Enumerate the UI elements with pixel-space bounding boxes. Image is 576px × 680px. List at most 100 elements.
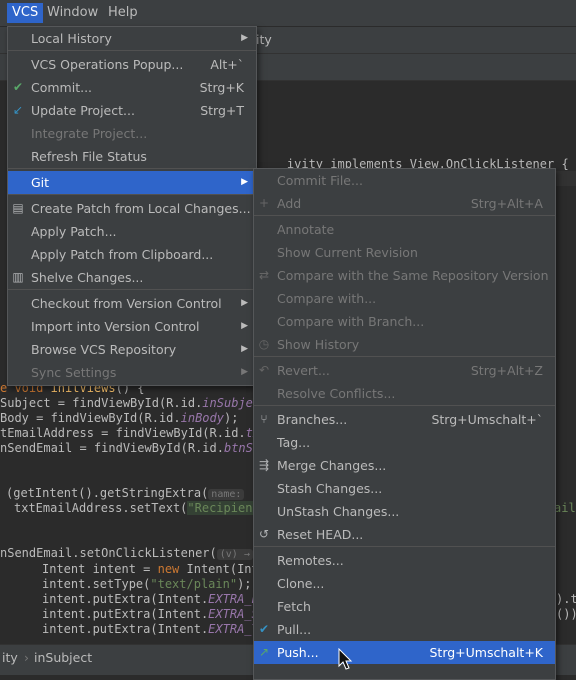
menu-item-pull[interactable]: ✔ Pull... — [254, 618, 555, 641]
mouse-cursor-icon — [338, 648, 353, 670]
menu-item-import-into-version-control[interactable]: Import into Version Control ▶ — [8, 315, 256, 338]
update-icon: ↙ — [12, 103, 24, 117]
submenu-arrow-icon: ▶ — [241, 344, 248, 354]
menu-item-commit-file[interactable]: Commit File... — [254, 169, 555, 192]
menu-item-show-current-revision[interactable]: Show Current Revision — [254, 241, 555, 264]
menu-item-annotate[interactable]: Annotate — [254, 218, 555, 241]
clock-icon: ◷ — [258, 337, 270, 351]
menu-item-git[interactable]: Git ▶ — [8, 171, 256, 194]
menu-item-clone[interactable]: Clone... — [254, 572, 555, 595]
menu-item-label: Show Current Revision — [277, 245, 418, 260]
menu-item-compare-with-the-same-repository-version[interactable]: ⇄ Compare with the Same Repository Versio… — [254, 264, 555, 287]
menu-item-local-history[interactable]: Local History ▶ — [8, 27, 256, 50]
menu-item-label: Add — [277, 196, 302, 211]
menu-item-resolve-conflicts[interactable]: Resolve Conflicts... — [254, 382, 555, 405]
menu-item-label: Branches... — [277, 412, 348, 427]
menu-item-label: Reset HEAD... — [277, 527, 364, 542]
menu-item-label: Compare with... — [277, 291, 377, 306]
menu-item-checkout-from-version-control[interactable]: Checkout from Version Control ▶ — [8, 292, 256, 315]
menu-item-refresh-file-status[interactable]: Refresh File Status — [8, 145, 256, 168]
menu-item-add[interactable]: + Add Strg+Alt+A — [254, 192, 555, 215]
menu-item-label: Stash Changes... — [277, 481, 383, 496]
patch-icon: ▤ — [12, 201, 24, 215]
code-fragment: ()) — [556, 607, 576, 621]
menu-item-update-project[interactable]: ↙ Update Project... Strg+T — [8, 99, 256, 122]
menu-separator — [254, 215, 555, 216]
revert-icon: ↶ — [258, 363, 270, 377]
menu-separator — [8, 168, 256, 169]
code-line: intent.putExtra(Intent.EXTRA_T — [42, 622, 259, 636]
menu-item-label: Commit... — [31, 80, 93, 95]
menu-item-label: VCS Operations Popup... — [31, 57, 184, 72]
menu-item-unstash-changes[interactable]: UnStash Changes... — [254, 500, 555, 523]
shortcut-label: Alt+` — [210, 57, 244, 72]
menu-help[interactable]: Help — [103, 3, 143, 23]
menu-item-label: Revert... — [277, 363, 330, 378]
menu-item-create-patch-from-local-changes[interactable]: ▤ Create Patch from Local Changes... — [8, 197, 256, 220]
code-fragment: ail — [554, 501, 576, 515]
menu-window[interactable]: Window — [42, 3, 103, 23]
compare-icon: ⇄ — [258, 268, 270, 282]
submenu-arrow-icon: ▶ — [241, 367, 248, 377]
menu-item-label: Create Patch from Local Changes... — [31, 201, 251, 216]
git-submenu: Commit File... + Add Strg+Alt+A Annotate Show… — [253, 168, 556, 680]
vcs-menu: Local History ▶ VCS Operations Popup... Alt… — [7, 26, 257, 386]
menu-separator — [254, 546, 555, 547]
menu-item-label: Shelve Changes... — [31, 270, 144, 285]
menu-item-shelve-changes[interactable]: ▥ Shelve Changes... — [8, 266, 256, 289]
submenu-arrow-icon: ▶ — [241, 177, 248, 187]
menu-item-integrate-project[interactable]: Integrate Project... — [8, 122, 256, 145]
code-fragment: ).t — [556, 592, 576, 606]
nav-crumb[interactable]: ity — [2, 650, 18, 665]
menu-item-branches[interactable]: ⑂ Branches... Strg+Umschalt+` — [254, 408, 555, 431]
menu-separator — [254, 356, 555, 357]
merge-icon: ⇶ — [258, 458, 270, 472]
menu-item-tag[interactable]: Tag... — [254, 431, 555, 454]
shortcut-label: Strg+Alt+A — [470, 196, 543, 211]
menu-item-label: Commit File... — [277, 173, 363, 188]
menu-item-stash-changes[interactable]: Stash Changes... — [254, 477, 555, 500]
menu-item-apply-patch[interactable]: Apply Patch... — [8, 220, 256, 243]
menu-item-commit[interactable]: ✔ Commit... Strg+K — [8, 76, 256, 99]
menu-item-label: Local History — [31, 31, 112, 46]
menu-item-label: Remotes... — [277, 553, 344, 568]
code-line: Subject = findViewById(R.id.inSubject — [0, 396, 268, 410]
menu-separator — [8, 50, 256, 51]
nav-crumb-insubject[interactable]: inSubject — [34, 650, 92, 665]
menu-item-label: Clone... — [277, 576, 325, 591]
code-line: tEmailAddress = findViewById(R.id.tx — [0, 426, 260, 440]
menu-item-sync-settings[interactable]: Sync Settings ▶ — [8, 361, 256, 384]
menu-item-label: Show History — [277, 337, 360, 352]
plus-icon: + — [258, 196, 270, 210]
shortcut-label: Strg+Umschalt+K — [429, 645, 543, 660]
check-icon: ✔ — [12, 80, 24, 94]
menu-item-label: Browse VCS Repository — [31, 342, 177, 357]
menu-item-remotes[interactable]: Remotes... — [254, 549, 555, 572]
menu-bar: VCS Window Help — [0, 0, 576, 27]
menu-item-label: Checkout from Version Control — [31, 296, 222, 311]
menu-item-merge-changes[interactable]: ⇶ Merge Changes... — [254, 454, 555, 477]
menu-vcs[interactable]: VCS — [7, 3, 44, 23]
menu-item-reset-head[interactable]: ↺ Reset HEAD... — [254, 523, 555, 546]
menu-separator — [8, 194, 256, 195]
menu-item-push[interactable]: ↗ Push... Strg+Umschalt+K — [254, 641, 555, 664]
code-line: Body = findViewById(R.id.inBody); — [0, 411, 239, 425]
menu-item-show-history[interactable]: ◷ Show History — [254, 333, 555, 356]
code-line: Intent intent = new Intent(Int — [42, 562, 259, 576]
menu-item-browse-vcs-repository[interactable]: Browse VCS Repository ▶ — [8, 338, 256, 361]
menu-item-label: Import into Version Control — [31, 319, 200, 334]
menu-separator — [254, 405, 555, 406]
menu-item-apply-patch-from-clipboard[interactable]: Apply Patch from Clipboard... — [8, 243, 256, 266]
caret-line — [556, 171, 576, 186]
menu-item-revert[interactable]: ↶ Revert... Strg+Alt+Z — [254, 359, 555, 382]
menu-item-label: Push... — [277, 645, 319, 660]
shortcut-label: Strg+K — [199, 80, 244, 95]
menu-item-compare-with-branch[interactable]: Compare with Branch... — [254, 310, 555, 333]
menu-item-vcs-operations-popup[interactable]: VCS Operations Popup... Alt+` — [8, 53, 256, 76]
menu-item-label: UnStash Changes... — [277, 504, 400, 519]
menu-item-label: Merge Changes... — [277, 458, 387, 473]
code-line: intent.setType("text/plain"); — [42, 577, 252, 591]
menu-item-fetch[interactable]: Fetch — [254, 595, 555, 618]
menu-item-compare-with[interactable]: Compare with... — [254, 287, 555, 310]
menu-item-label: Resolve Conflicts... — [277, 386, 396, 401]
